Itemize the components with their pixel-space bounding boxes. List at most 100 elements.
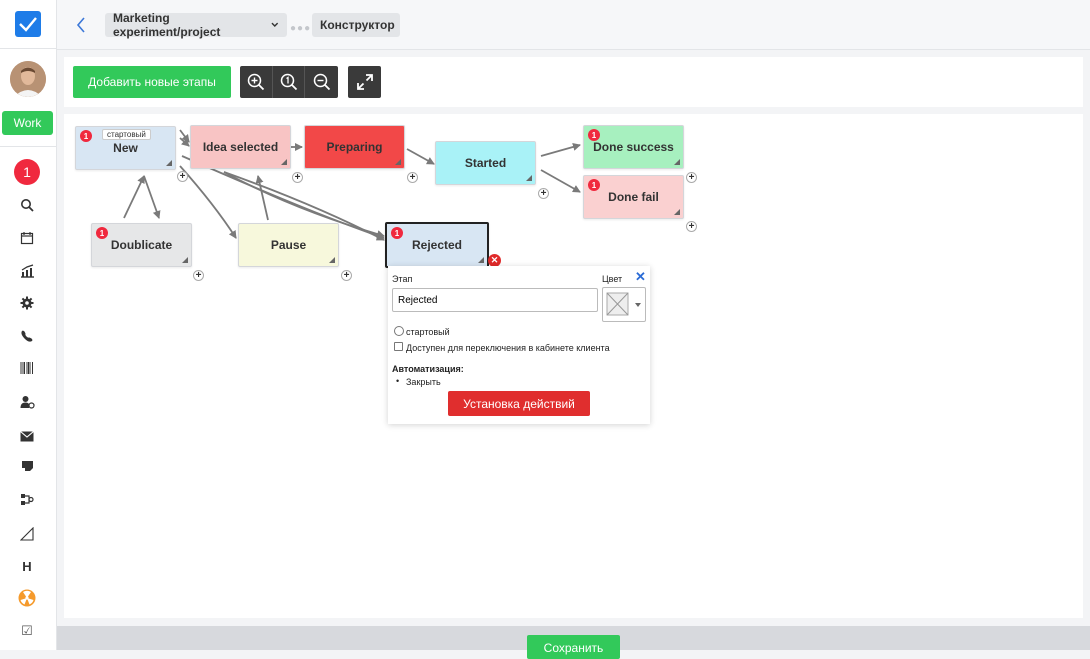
edge-started-success bbox=[540, 143, 581, 157]
triangle-ruler-icon[interactable] bbox=[17, 524, 37, 544]
sidebar-divider bbox=[0, 146, 57, 147]
start-stage-radio[interactable] bbox=[394, 326, 404, 336]
constructor-toolbar: Добавить новые этапы bbox=[64, 57, 1083, 107]
add-connection-button[interactable]: + bbox=[407, 172, 418, 183]
add-connection-button[interactable]: + bbox=[538, 188, 549, 199]
calendar-icon[interactable] bbox=[17, 228, 37, 248]
client-cabinet-checkbox[interactable] bbox=[394, 342, 403, 351]
user-settings-icon[interactable] bbox=[17, 392, 37, 412]
start-stage-tag: стартовый bbox=[102, 129, 151, 140]
edge-preparing-started bbox=[406, 148, 435, 165]
stage-rejected-label: Rejected bbox=[411, 238, 463, 252]
no-color-swatch-icon bbox=[606, 292, 641, 316]
resize-handle[interactable] bbox=[478, 257, 484, 263]
client-cabinet-option-label: Доступен для переключения в кабинете кли… bbox=[406, 343, 610, 353]
avatar-image bbox=[10, 61, 46, 97]
stage-pause[interactable]: Pause bbox=[238, 223, 339, 267]
heading-icon[interactable]: H bbox=[17, 556, 37, 576]
stage-started[interactable]: Started bbox=[435, 141, 536, 185]
stage-field-label: Этап bbox=[392, 274, 413, 284]
checkbox-icon[interactable]: ☑ bbox=[17, 621, 37, 641]
stage-idea-selected-label: Idea selected bbox=[202, 140, 279, 154]
zoom-in-icon[interactable] bbox=[240, 66, 273, 98]
start-stage-option-label: стартовый bbox=[406, 327, 450, 337]
mail-icon[interactable] bbox=[17, 426, 37, 446]
sidebar-divider bbox=[0, 48, 57, 49]
top-bar: Marketing experiment/project ●●● Констру… bbox=[57, 0, 1090, 50]
save-button[interactable]: Сохранить bbox=[527, 635, 620, 659]
zoom-reset-icon[interactable] bbox=[273, 66, 306, 98]
edge-new-dup bbox=[143, 175, 161, 219]
resize-handle[interactable] bbox=[329, 257, 335, 263]
resize-handle[interactable] bbox=[281, 159, 287, 165]
add-connection-button[interactable]: + bbox=[686, 172, 697, 183]
expand-icon[interactable] bbox=[348, 66, 381, 98]
stage-started-label: Started bbox=[464, 156, 507, 170]
add-connection-button[interactable]: + bbox=[341, 270, 352, 281]
breadcrumb-separator: ●●● bbox=[290, 23, 312, 34]
resize-handle[interactable] bbox=[526, 175, 532, 181]
stage-preparing[interactable]: Preparing bbox=[304, 125, 405, 169]
stage-doublicate[interactable]: 1 Doublicate bbox=[91, 223, 192, 267]
chevron-down-icon bbox=[271, 22, 279, 27]
resize-handle[interactable] bbox=[674, 209, 680, 215]
stage-name-input[interactable] bbox=[392, 288, 598, 312]
automation-bullet: • bbox=[396, 376, 400, 386]
stage-new[interactable]: 1 стартовый New bbox=[75, 126, 176, 170]
document-icon[interactable] bbox=[17, 456, 37, 476]
resize-handle[interactable] bbox=[395, 159, 401, 165]
workflow-canvas[interactable]: 1 стартовый New + Idea selected + Prepar… bbox=[64, 114, 1083, 618]
zoom-controls bbox=[240, 66, 338, 98]
work-status-button[interactable]: Work bbox=[2, 111, 53, 135]
stage-pause-label: Pause bbox=[270, 238, 307, 252]
checkmark-icon bbox=[19, 17, 37, 32]
add-connection-button[interactable]: + bbox=[292, 172, 303, 183]
footer-bar: Сохранить bbox=[57, 626, 1090, 659]
project-breadcrumb[interactable]: Marketing experiment/project bbox=[105, 11, 287, 39]
add-connection-button[interactable]: + bbox=[193, 270, 204, 281]
chart-icon[interactable] bbox=[17, 261, 37, 281]
back-arrow-icon[interactable] bbox=[75, 14, 91, 36]
stage-done-success-badge: 1 bbox=[588, 129, 600, 141]
barcode-icon[interactable] bbox=[17, 358, 37, 378]
stage-settings-popup: Этап Цвет ✕ стартовый Доступен для перек… bbox=[388, 266, 650, 424]
close-icon[interactable]: ✕ bbox=[635, 270, 646, 283]
setup-actions-button[interactable]: Установка действий bbox=[448, 391, 590, 416]
add-connection-button[interactable]: + bbox=[177, 171, 188, 182]
app-logo[interactable] bbox=[15, 11, 41, 37]
gear-icon[interactable] bbox=[17, 293, 37, 313]
stage-done-success[interactable]: 1 Done success bbox=[583, 125, 684, 169]
edge-dup-new bbox=[123, 175, 145, 219]
color-picker[interactable] bbox=[602, 287, 646, 322]
automation-heading: Автоматизация: bbox=[392, 364, 464, 374]
stage-done-fail-badge: 1 bbox=[588, 179, 600, 191]
stage-doublicate-badge: 1 bbox=[96, 227, 108, 239]
stage-new-label: New bbox=[113, 141, 138, 155]
notifications-badge[interactable]: 1 bbox=[14, 159, 40, 185]
stage-done-fail-label: Done fail bbox=[608, 190, 659, 204]
user-avatar[interactable] bbox=[10, 61, 46, 97]
resize-handle[interactable] bbox=[674, 159, 680, 165]
stage-idea-selected[interactable]: Idea selected bbox=[190, 125, 291, 169]
edge-pause-idea bbox=[255, 175, 269, 221]
add-stages-button[interactable]: Добавить новые этапы bbox=[73, 66, 231, 98]
radiation-icon[interactable] bbox=[17, 588, 37, 608]
page-breadcrumb[interactable]: Конструктор bbox=[312, 13, 400, 37]
left-sidebar: Work 1 H ☑ bbox=[0, 0, 57, 650]
stage-doublicate-label: Doublicate bbox=[110, 238, 173, 252]
resize-handle[interactable] bbox=[166, 160, 172, 166]
project-breadcrumb-label: Marketing experiment/project bbox=[113, 11, 221, 39]
stage-rejected-badge: 1 bbox=[391, 227, 403, 239]
stage-preparing-label: Preparing bbox=[326, 140, 383, 154]
color-field-label: Цвет bbox=[602, 274, 623, 284]
search-icon[interactable] bbox=[17, 195, 37, 215]
automation-item: Закрыть bbox=[406, 377, 441, 387]
add-connection-button[interactable]: + bbox=[686, 221, 697, 232]
stage-done-fail[interactable]: 1 Done fail bbox=[583, 175, 684, 219]
resize-handle[interactable] bbox=[182, 257, 188, 263]
phone-icon[interactable] bbox=[17, 326, 37, 346]
zoom-out-icon[interactable] bbox=[305, 66, 338, 98]
stage-rejected[interactable]: 1 Rejected bbox=[385, 222, 489, 268]
stage-done-success-label: Done success bbox=[593, 140, 674, 154]
flow-icon[interactable] bbox=[17, 489, 37, 509]
